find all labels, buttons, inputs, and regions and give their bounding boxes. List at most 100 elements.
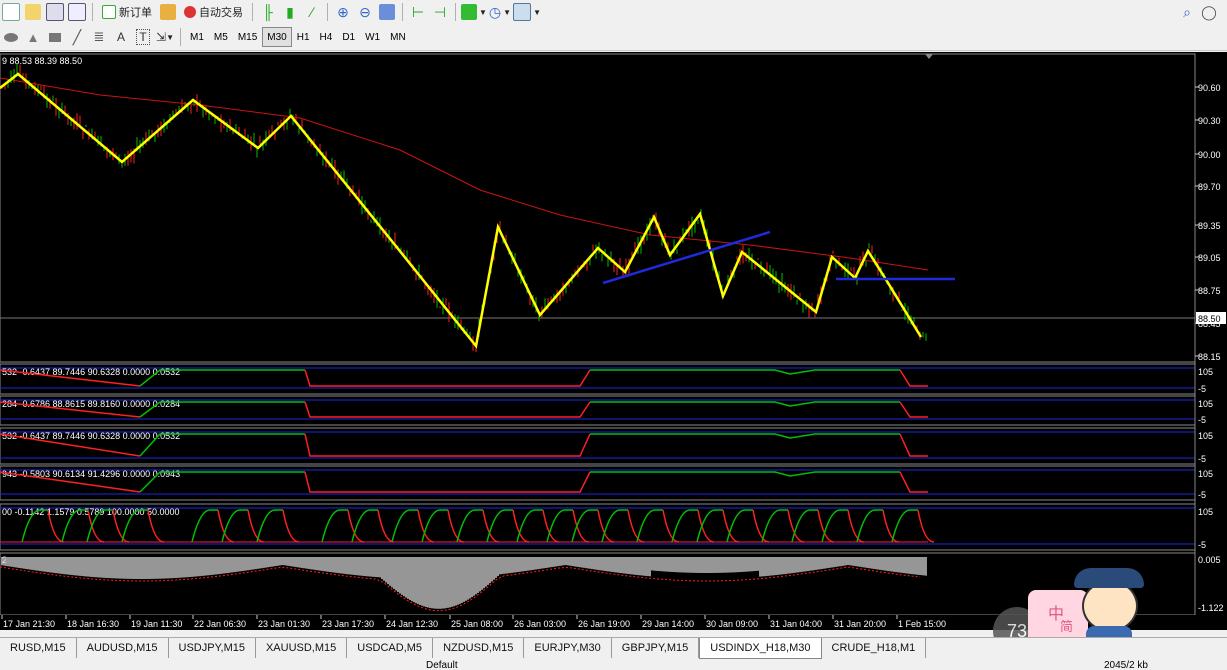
search-icon[interactable]: ⌕ [1177,2,1197,22]
chart-canvas[interactable]: 9 88.53 88.39 88.50 532 -0.6437 89.7446 … [0,52,1227,630]
trendline-tool-icon[interactable]: ╱ [67,27,87,47]
candle-chart-icon[interactable]: ▮ [280,2,300,22]
symbol-tab-audusd-m15[interactable]: AUDUSD,M15 [77,638,169,658]
drawing-toolbar: ▲ ╱ ≣ A T ⇲ ▼ M1 M5 M15 M30 H1 H4 D1 W1 MN [0,24,1227,51]
time-label: 25 Jan 08:00 [451,619,503,629]
price-tick-label: 90.00 [1198,150,1221,160]
price-tick-label: 90.60 [1198,83,1221,93]
timeframe-h4[interactable]: H4 [315,27,338,47]
periods-icon[interactable]: ◷ ▼ [489,2,511,22]
time-label: 24 Jan 12:30 [386,619,438,629]
new-order-button[interactable]: 新订单 [98,2,156,22]
market-watch-icon[interactable] [45,2,65,22]
price-tick-label: 88.75 [1198,286,1221,296]
indicators-icon[interactable]: ▼ [461,2,487,22]
toolbar-separator [180,28,181,46]
symbol-tab-xauusd-m15[interactable]: XAUUSD,M15 [256,638,348,658]
line-chart-icon[interactable]: ∕ [302,2,322,22]
toolbar-separator [455,3,456,21]
tile-windows-icon[interactable] [377,2,397,22]
main-toolbar: 新订单 自动交易 ╟ ▮ ∕ ⊕ ⊖ ⊢ ⊣ ▼ ◷ ▼ ▼ ⌕ ◯ [0,0,1227,25]
timeframe-w1[interactable]: W1 [360,27,385,47]
time-label: 18 Jan 16:30 [67,619,119,629]
navigator-icon[interactable] [67,2,87,22]
autoscroll-icon[interactable]: ⊢ [408,2,428,22]
symbol-tab-gbpjpy-m15[interactable]: GBPJPY,M15 [612,638,700,658]
auto-trade-icon [184,6,196,18]
timeframe-m5[interactable]: M5 [209,27,233,47]
text-label-tool-icon[interactable]: T [133,27,153,47]
timeframe-h1[interactable]: H1 [292,27,315,47]
time-label: 31 Jan 20:00 [834,619,886,629]
ellipse-tool-icon[interactable] [1,27,21,47]
symbol-tab-usdcad-m5[interactable]: USDCAD,M5 [347,638,434,658]
new-chart-icon[interactable] [1,2,21,22]
auto-trade-label: 自动交易 [199,7,243,19]
indicator-header: 00 -0.1142 1.1579 0.5789 100.0000 50.000… [2,507,180,517]
symbol-tab-usdjpy-m15[interactable]: USDJPY,M15 [169,638,256,658]
time-label: 26 Jan 03:00 [514,619,566,629]
symbol-tabs: RUSD,M15 AUDUSD,M15 USDJPY,M15 XAUUSD,M15 US… [0,637,1227,660]
time-label: 23 Jan 01:30 [258,619,310,629]
symbol-tab-eurjpy-m30[interactable]: EURJPY,M30 [524,638,612,658]
toolbar-separator [252,3,253,21]
time-label: 22 Jan 06:30 [194,619,246,629]
toolbar-separator [327,3,328,21]
timeframe-mn[interactable]: MN [385,27,411,47]
status-profile: Default [426,660,458,670]
timeframe-m1[interactable]: M1 [185,27,209,47]
toolbar-separator [402,3,403,21]
price-tick-label: 88.15 [1198,352,1221,362]
timeframe-m30[interactable]: M30 [262,27,292,47]
indicator-bottom-label: -5 [1198,454,1206,464]
time-label: 30 Jan 09:00 [706,619,758,629]
mascot-hat [1074,568,1144,588]
metaeditor-icon[interactable] [158,2,178,22]
indicator-bottom-label: -5 [1198,384,1206,394]
indicator-top-label: 105 [1198,469,1213,479]
indicator-top-label: 105 [1198,399,1213,409]
status-traffic: 2045/2 kb [1104,660,1148,670]
arrows-tool-icon[interactable]: ⇲ ▼ [155,27,175,47]
indicator-bottom-label: -5 [1198,490,1206,500]
ime-char-b: 简 [1060,619,1074,634]
time-label: 1 Feb 15:00 [898,619,946,629]
new-order-label: 新订单 [119,7,152,19]
text-tool-icon[interactable]: A [111,27,131,47]
price-tick-label: 89.35 [1198,221,1221,231]
indicator-bottom-label: -5 [1198,540,1206,550]
time-label: 26 Jan 19:00 [578,619,630,629]
fibo-tool-icon[interactable]: ≣ [89,27,109,47]
profiles-icon[interactable] [23,2,43,22]
indicator-top-label: 105 [1198,367,1213,377]
oscillator-bottom-label: -1.122 [1198,603,1224,613]
timeframe-m15[interactable]: M15 [233,27,262,47]
bar-chart-icon[interactable]: ╟ [258,2,278,22]
symbol-tab-rusd-m15[interactable]: RUSD,M15 [0,638,77,658]
chart-shift-icon[interactable]: ⊣ [430,2,450,22]
price-tick-label: 89.05 [1198,253,1221,263]
time-label: 17 Jan 21:30 [3,619,55,629]
indicator-header: 532 -0.6437 89.7446 90.6328 0.0000 0.053… [2,431,180,441]
time-label: 29 Jan 14:00 [642,619,694,629]
symbol-tab-nzdusd-m15[interactable]: NZDUSD,M15 [433,638,525,658]
chat-icon[interactable]: ◯ [1199,2,1219,22]
price-tick-label: 90.30 [1198,116,1221,126]
templates-icon[interactable]: ▼ [513,2,541,22]
symbol-tab-usdindx-h18-m30[interactable]: USDINDX_H18,M30 [699,638,822,659]
current-price-label: 88.50 [1198,314,1221,324]
auto-trade-button[interactable]: 自动交易 [180,2,247,22]
time-label: 19 Jan 11:30 [131,619,182,629]
new-order-icon [102,5,116,19]
symbol-tab-crude-h18-m1[interactable]: CRUDE_H18,M1 [822,638,927,658]
toolbar-separator [92,3,93,21]
zoom-in-icon[interactable]: ⊕ [333,2,353,22]
time-label: 23 Jan 17:30 [322,619,374,629]
triangle-tool-icon[interactable]: ▲ [23,27,43,47]
timeframe-d1[interactable]: D1 [337,27,360,47]
rectangle-tool-icon[interactable] [45,27,65,47]
price-tick-label: 89.70 [1198,182,1221,192]
zoom-out-icon[interactable]: ⊖ [355,2,375,22]
ohlc-header: 9 88.53 88.39 88.50 [2,56,82,66]
indicator-bottom-label: -5 [1198,415,1206,425]
